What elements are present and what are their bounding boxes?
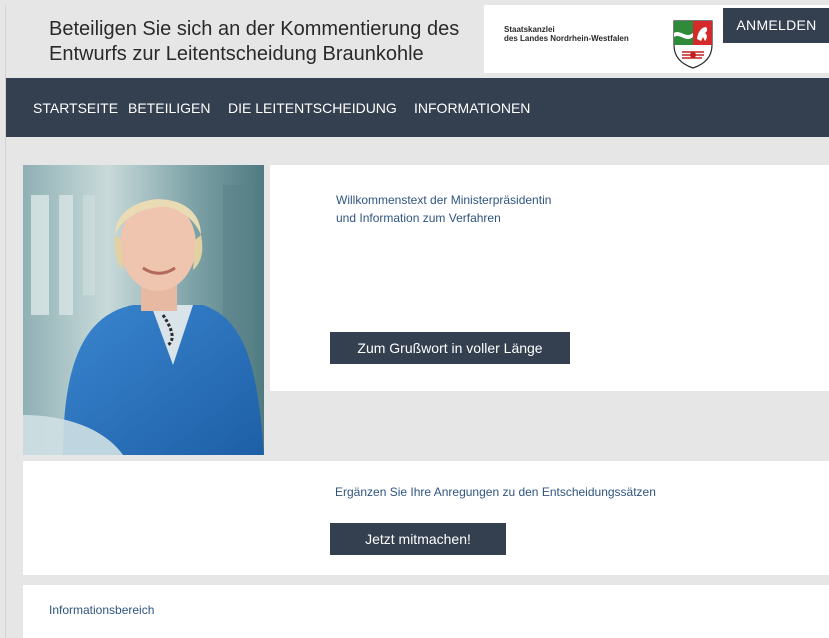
site-title-line-1: Beteiligen Sie sich an der Kommentierung… bbox=[49, 18, 460, 40]
site-title: Beteiligen Sie sich an der Kommentierung… bbox=[49, 17, 459, 67]
welcome-text-line-2: und Information zum Verfahren bbox=[336, 211, 501, 225]
info-area-label: Informationsbereich bbox=[49, 603, 155, 617]
welcome-panel: Willkommenstext der Ministerpräsidentin … bbox=[270, 165, 829, 391]
brand-line-2: des Landes Nordrhein-Westfalen bbox=[504, 34, 629, 43]
participate-text: Ergänzen Sie Ihre Anregungen zu den Ents… bbox=[335, 485, 656, 499]
nrw-coat-of-arms-icon bbox=[673, 20, 713, 69]
login-button[interactable]: ANMELDEN bbox=[723, 8, 829, 43]
main-nav: STARTSEITE BETEILIGEN DIE LEITENTSCHEIDU… bbox=[6, 78, 829, 137]
minister-portrait-image bbox=[23, 165, 264, 455]
welcome-text-line-1: Willkommenstext der Ministerpräsidentin bbox=[336, 193, 552, 207]
welcome-text: Willkommenstext der Ministerpräsidentin … bbox=[336, 191, 551, 227]
nav-item-startseite[interactable]: STARTSEITE bbox=[33, 100, 118, 116]
site-header: Beteiligen Sie sich an der Kommentierung… bbox=[6, 5, 829, 78]
nav-item-leitentscheidung[interactable]: DIE LEITENTSCHEIDUNG bbox=[228, 100, 397, 116]
nav-item-informationen[interactable]: INFORMATIONEN bbox=[414, 100, 530, 116]
brand-line-1: Staatskanzlei bbox=[504, 25, 555, 34]
site-title-line-2: Entwurfs zur Leitentscheidung Braunkohle bbox=[49, 43, 424, 65]
join-now-button[interactable]: Jetzt mitmachen! bbox=[330, 523, 506, 555]
nav-item-beteiligen[interactable]: BETEILIGEN bbox=[128, 100, 210, 116]
participate-panel: Ergänzen Sie Ihre Anregungen zu den Ents… bbox=[23, 461, 829, 575]
brand-text: Staatskanzlei des Landes Nordrhein-Westf… bbox=[504, 25, 629, 43]
page-frame: Beteiligen Sie sich an der Kommentierung… bbox=[5, 5, 829, 638]
full-greeting-button[interactable]: Zum Grußwort in voller Länge bbox=[330, 332, 570, 364]
info-panel: Informationsbereich bbox=[23, 585, 829, 638]
